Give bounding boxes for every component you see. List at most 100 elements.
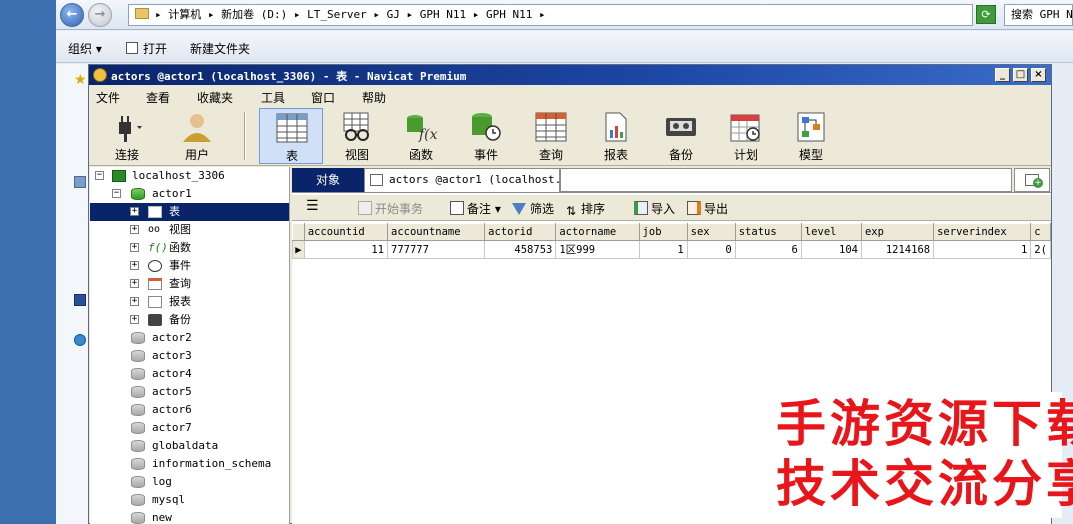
tree-database[interactable]: log xyxy=(90,473,289,491)
tree-database[interactable]: actor3 xyxy=(90,347,289,365)
filter-button[interactable]: 筛选 xyxy=(512,200,554,217)
breadcrumb-item[interactable]: LT_Server xyxy=(307,8,367,21)
table-cell[interactable]: 2( xyxy=(1030,240,1051,259)
table-cell[interactable]: 458753 xyxy=(484,240,557,259)
menu-favorites[interactable]: 收藏夹 xyxy=(197,89,233,106)
tab-new-button[interactable]: + xyxy=(1014,168,1050,192)
tree-database[interactable]: information_schema xyxy=(90,455,289,473)
expand-icon[interactable]: + xyxy=(130,225,139,234)
tab-objects[interactable]: 对象 xyxy=(292,168,364,192)
tree-database[interactable]: actor5 xyxy=(90,383,289,401)
computer-icon[interactable] xyxy=(74,294,86,306)
menu-help[interactable]: 帮助 xyxy=(362,89,386,106)
organize-button[interactable]: 组织 ▾ xyxy=(68,40,102,57)
expand-icon[interactable]: + xyxy=(130,315,139,324)
refresh-button[interactable]: ⟳ xyxy=(976,5,996,24)
tree-database[interactable]: globaldata xyxy=(90,437,289,455)
forward-button[interactable]: → xyxy=(88,3,112,27)
table-cell[interactable]: 104 xyxy=(800,240,862,259)
tab-table-actors[interactable]: actors @actor1 (localhost... xyxy=(364,168,560,192)
expand-icon[interactable]: + xyxy=(130,261,139,270)
tree-database[interactable]: mysql xyxy=(90,491,289,509)
table-cell[interactable]: 1 xyxy=(933,240,1032,259)
tree-database-open[interactable]: − actor1 xyxy=(90,185,289,203)
table-cell[interactable]: 777777 xyxy=(387,240,486,259)
toolbar-schedule-button[interactable]: 计划 xyxy=(714,108,778,164)
toolbar-query-button[interactable]: 查询 xyxy=(519,108,583,164)
expand-icon[interactable]: + xyxy=(130,297,139,306)
open-button[interactable]: 打开 xyxy=(126,40,167,57)
hamburger-menu-icon[interactable]: ☰ xyxy=(306,198,319,214)
table-cell[interactable]: 1区999 xyxy=(555,240,640,259)
breadcrumb-item[interactable]: 计算机 xyxy=(168,8,201,21)
column-header[interactable]: actorid xyxy=(484,223,557,241)
expand-icon[interactable]: + xyxy=(130,207,139,216)
column-header[interactable]: job xyxy=(638,223,688,241)
breadcrumb-item[interactable]: GJ xyxy=(387,8,400,21)
breadcrumb-item[interactable]: GPH N11 xyxy=(420,8,466,21)
toolbar-connect-button[interactable]: 连接 xyxy=(95,108,159,164)
favorites-star-icon[interactable]: ★ xyxy=(74,73,87,87)
menu-file[interactable]: 文件 xyxy=(96,89,120,106)
expand-icon[interactable]: + xyxy=(130,279,139,288)
toolbar-model-button[interactable]: 模型 xyxy=(779,108,843,164)
library-icon[interactable] xyxy=(74,176,86,188)
menu-tools[interactable]: 工具 xyxy=(261,89,285,106)
column-header[interactable]: level xyxy=(800,223,862,241)
tree-node-events[interactable]: + 事件 xyxy=(90,257,289,275)
table-cell[interactable]: 0 xyxy=(686,240,736,259)
collapse-icon[interactable]: − xyxy=(112,189,121,198)
table-cell[interactable]: 1 xyxy=(638,240,688,259)
sort-button[interactable]: ⇅ 排序 xyxy=(566,200,605,218)
tree-node-reports[interactable]: + 报表 xyxy=(90,293,289,311)
explorer-search-input[interactable]: 搜索 GPH N11 xyxy=(1004,4,1073,26)
toolbar-user-button[interactable]: 用户 xyxy=(165,108,229,164)
column-header[interactable]: accountid xyxy=(303,223,389,241)
import-button[interactable]: 导入 xyxy=(634,200,675,217)
column-header[interactable]: exp xyxy=(860,223,935,241)
column-header[interactable]: accountname xyxy=(387,223,486,241)
minimize-button[interactable]: _ xyxy=(995,68,1010,82)
tree-database[interactable]: actor6 xyxy=(90,401,289,419)
table-cell[interactable]: 1214168 xyxy=(860,240,935,259)
column-header[interactable]: status xyxy=(734,223,802,241)
export-button[interactable]: 导出 xyxy=(687,200,728,217)
close-button[interactable]: × xyxy=(1031,68,1046,82)
menu-view[interactable]: 查看 xyxy=(146,89,170,106)
back-button[interactable]: ← xyxy=(60,3,84,27)
table-cell[interactable]: 11 xyxy=(303,240,389,259)
collapse-icon[interactable]: − xyxy=(95,171,104,180)
column-header[interactable]: serverindex xyxy=(933,223,1032,241)
tree-node-tables[interactable]: + 表 xyxy=(90,203,289,221)
column-header[interactable]: actorname xyxy=(555,223,640,241)
expand-icon[interactable]: + xyxy=(130,243,139,252)
toolbar-function-button[interactable]: f(x) 函数 xyxy=(389,108,453,164)
menu-window[interactable]: 窗口 xyxy=(311,89,335,106)
title-bar[interactable]: actors @actor1 (localhost_3306) - 表 - Na… xyxy=(89,65,1051,85)
table-row[interactable]: ▶ 11 777777 458753 1区999 1 0 6 104 12141… xyxy=(292,240,1051,259)
toolbar-backup-button[interactable]: 备份 xyxy=(649,108,713,164)
breadcrumb-item[interactable]: GPH N11 xyxy=(486,8,532,21)
tree-node-functions[interactable]: + f() 函数 xyxy=(90,239,289,257)
address-field[interactable]: ▸ 计算机 ▸ 新加卷 (D:) ▸ LT_Server ▸ GJ ▸ GPH … xyxy=(128,4,973,26)
column-header[interactable]: c xyxy=(1030,223,1051,241)
toolbar-event-button[interactable]: 事件 xyxy=(454,108,518,164)
tree-node-backups[interactable]: + 备份 xyxy=(90,311,289,329)
tree-database[interactable]: actor4 xyxy=(90,365,289,383)
tree-database[interactable]: new xyxy=(90,509,289,524)
column-header[interactable]: sex xyxy=(686,223,736,241)
network-icon[interactable] xyxy=(74,334,86,346)
breadcrumb-item[interactable]: 新加卷 (D:) xyxy=(221,8,287,21)
tree-database[interactable]: actor7 xyxy=(90,419,289,437)
tree-node-queries[interactable]: + 查询 xyxy=(90,275,289,293)
tree-node-views[interactable]: + oo 视图 xyxy=(90,221,289,239)
toolbar-view-button[interactable]: 视图 xyxy=(325,108,389,164)
begin-transaction-button[interactable]: 开始事务 xyxy=(358,200,423,217)
tree-connection[interactable]: − localhost_3306 xyxy=(90,167,289,185)
memo-button[interactable]: 备注 ▾ xyxy=(450,200,501,217)
tree-database[interactable]: actor2 xyxy=(90,329,289,347)
table-cell[interactable]: 6 xyxy=(734,240,802,259)
toolbar-table-button[interactable]: 表 xyxy=(259,108,323,164)
maximize-button[interactable]: □ xyxy=(1013,68,1028,82)
new-folder-button[interactable]: 新建文件夹 xyxy=(190,40,250,57)
